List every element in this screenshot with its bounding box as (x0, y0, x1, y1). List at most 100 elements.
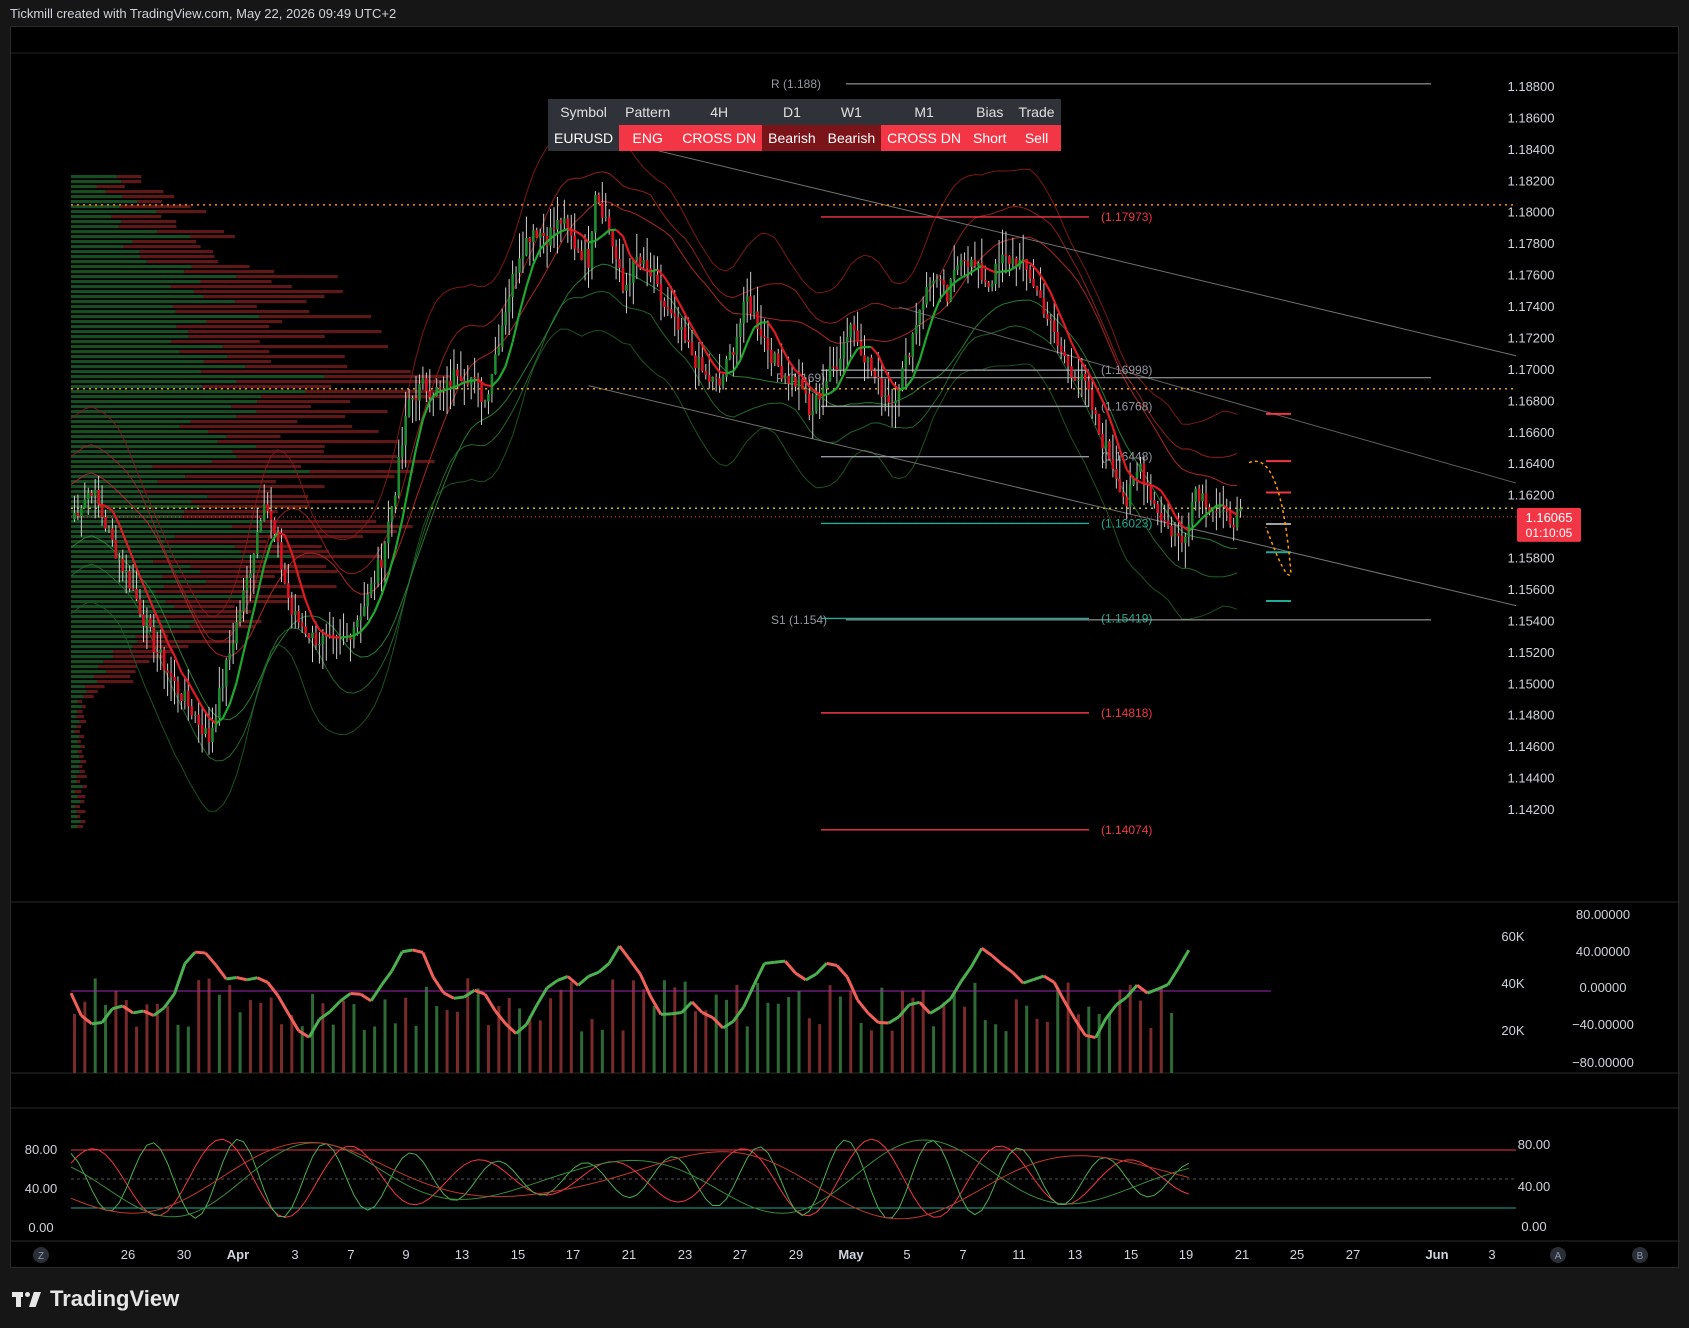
candle-down (1197, 488, 1201, 502)
price-axis[interactable]: 1.18800 1.18600 1.18400 1.18200 1.18000 1.178… (1508, 79, 1582, 817)
candle-down (535, 230, 539, 238)
chart-frame[interactable]: (1.17973) (1.16998) (1.16768) (1.16448) (1.1… (10, 26, 1680, 1269)
volume-bar (911, 997, 915, 1073)
candle-up (494, 354, 497, 375)
profile-bar-down (191, 500, 374, 504)
profile-bar-down (74, 790, 82, 794)
candle-up (487, 394, 490, 402)
price-tick-label: 1.15200 (1508, 645, 1555, 660)
oscillator-segment (453, 995, 465, 1000)
candle-down (300, 622, 304, 627)
candle-up (849, 324, 852, 338)
oscillator-segment (142, 1009, 155, 1017)
candle-down (1035, 286, 1039, 291)
candle-down (111, 528, 114, 540)
candle-down (887, 395, 890, 403)
candle-down (704, 370, 708, 375)
profile-bar-up (71, 315, 260, 319)
candle-down (587, 248, 590, 268)
profile-bar-down (164, 540, 267, 544)
candle-down (542, 232, 545, 236)
candle-up (883, 395, 887, 398)
candle-down (304, 626, 307, 634)
oscillator-segment (577, 975, 590, 987)
profile-bar-up (71, 305, 173, 309)
time-tick-label: 25 (1290, 1247, 1304, 1262)
fib-level-label: (1.16768) (1101, 399, 1152, 413)
candle-up (952, 269, 956, 279)
candle-up (932, 280, 935, 284)
profile-bar-down (259, 315, 372, 319)
candle-down (283, 569, 287, 584)
profile-bar-up (71, 415, 237, 419)
oscillator-segment (546, 979, 559, 990)
profile-bar-down (234, 300, 307, 304)
candle-down (732, 351, 735, 355)
time-axis[interactable]: 26 30 Apr 3 7 9 13 15 17 21 23 27 29 May 5 7 11 13 15 19 21 2… (33, 1247, 1648, 1263)
oscillator-segment (680, 1000, 694, 1014)
candle-up (1080, 373, 1084, 381)
ma-segment (905, 377, 914, 389)
candle-up (1194, 488, 1197, 502)
oscillator-segment (183, 951, 197, 965)
volume-bar (694, 1011, 697, 1073)
profile-bar-down (74, 730, 80, 734)
ma-segment (588, 239, 596, 244)
volume-bar (611, 979, 615, 1073)
profile-bar-down (190, 625, 255, 629)
candle-down (1153, 500, 1156, 504)
candle-up (93, 489, 97, 496)
volume-bar (673, 987, 677, 1073)
oscillator-segment (112, 1004, 124, 1011)
tradingview-logo[interactable]: TradingView (12, 1284, 179, 1314)
profile-bar-down (79, 735, 85, 739)
candle-up (556, 220, 559, 230)
ma-segment (166, 642, 176, 657)
candle-down (162, 649, 166, 671)
candle-up (518, 258, 521, 273)
profile-bar-up (71, 670, 107, 674)
candle-up (394, 495, 397, 507)
chart-svg[interactable]: (1.17973)(1.16998)(1.16768)(1.16448)(1.1… (11, 27, 1680, 1269)
volume-bar (455, 1011, 459, 1073)
profile-bar-down (203, 295, 325, 299)
candle-up (376, 559, 380, 583)
profile-bar-down (86, 690, 98, 694)
oscillator-segment (483, 993, 497, 1012)
ma-segment (995, 270, 1003, 274)
candle-down (1228, 511, 1232, 525)
profile-bar-down (76, 780, 81, 784)
candle-down (607, 216, 611, 230)
oscillator-segment (649, 995, 663, 1016)
candle-up (318, 644, 321, 646)
candle-up (245, 577, 249, 591)
candle-up (204, 728, 207, 735)
candle-up (124, 570, 128, 573)
price-tick-label: 1.16800 (1508, 393, 1555, 408)
volume-bar (828, 985, 832, 1073)
candle-up (504, 312, 507, 326)
candle-down (114, 539, 118, 559)
price-tick-label: 1.16600 (1508, 425, 1555, 440)
oscillator-segment (100, 1007, 114, 1024)
volume-bar (797, 990, 801, 1073)
time-tick-label: 29 (789, 1247, 803, 1262)
candle-down (1166, 520, 1170, 526)
oscillator-segment (866, 1011, 880, 1024)
volume-bar (207, 978, 211, 1073)
candle-down (987, 282, 990, 287)
signal-table: Symbol Pattern 4H D1 W1 M1 Bias Trade EU… (548, 99, 1061, 151)
volume-bar (1087, 1006, 1091, 1073)
profile-bar-up (71, 225, 119, 229)
oscillator-segment (504, 1022, 518, 1035)
candle-up (373, 582, 376, 584)
candle-down (880, 378, 884, 398)
candle-up (842, 342, 846, 359)
candle-up (86, 492, 90, 500)
oscillator-segment (887, 1015, 900, 1025)
candle-up (259, 521, 263, 532)
oscillator-segment (556, 975, 569, 982)
oscillator-segment (1094, 1017, 1108, 1039)
candle-down (818, 395, 821, 400)
oscillator-segment (339, 992, 352, 1003)
